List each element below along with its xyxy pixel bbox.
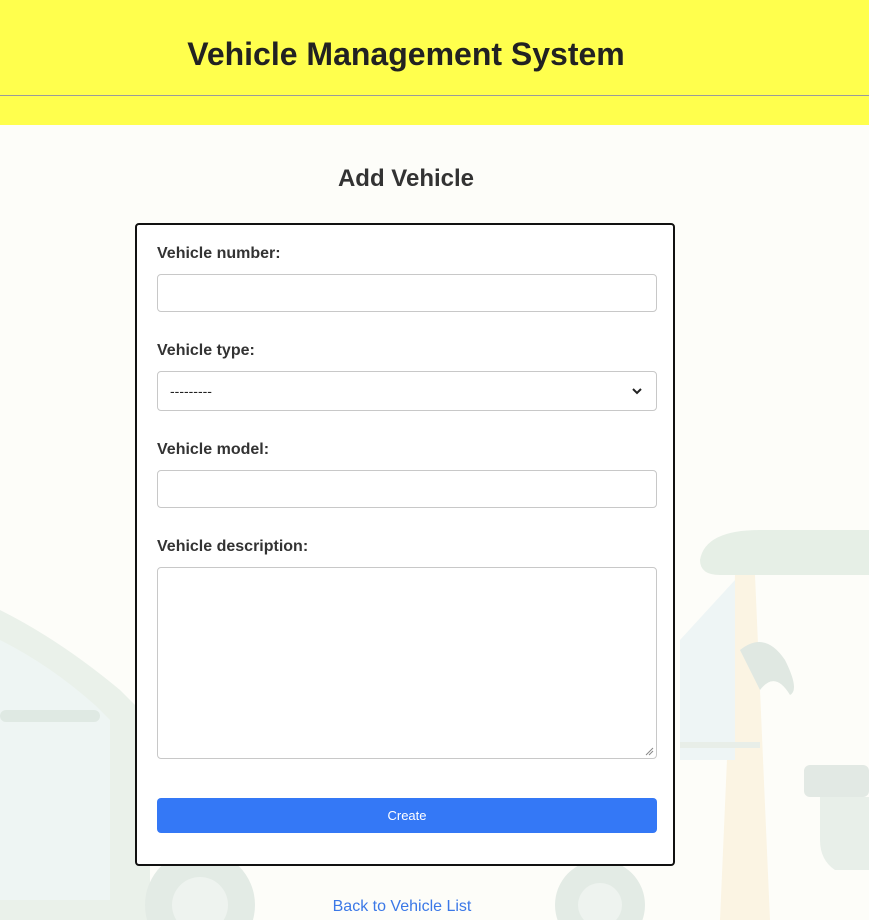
vehicle-type-label: Vehicle type:	[157, 342, 255, 359]
resize-grip-icon[interactable]	[644, 746, 654, 756]
page-title: Add Vehicle	[337, 165, 475, 192]
vehicle-number-label: Vehicle number:	[157, 245, 281, 262]
vehicle-model-label: Vehicle model:	[157, 441, 270, 458]
vehicle-model-input[interactable]	[157, 470, 657, 508]
header-divider	[0, 95, 869, 96]
back-to-vehicle-list-link[interactable]: Back to Vehicle List	[0, 898, 804, 916]
vehicle-type-select[interactable]: ---------	[157, 371, 657, 411]
app-header: Vehicle Management System	[0, 0, 869, 125]
vehicle-type-selected-value: ---------	[170, 383, 212, 399]
chevron-down-icon	[632, 388, 642, 395]
create-button[interactable]: Create	[157, 798, 657, 833]
vehicle-description-label: Vehicle description:	[157, 538, 309, 555]
add-vehicle-form: Vehicle number: Vehicle type: --------- …	[135, 223, 675, 866]
vehicle-description-textarea[interactable]	[157, 567, 657, 759]
vehicle-number-input[interactable]	[157, 274, 657, 312]
app-title: Vehicle Management System	[187, 36, 625, 72]
